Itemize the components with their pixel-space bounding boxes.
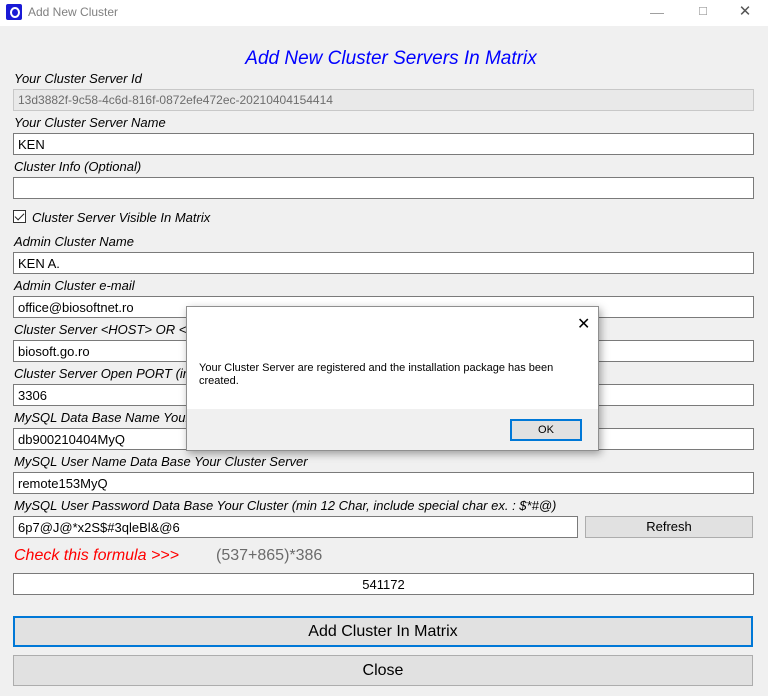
db-user-label: MySQL User Name Data Base Your Cluster S…: [14, 454, 308, 469]
formula-answer-field[interactable]: 541172: [13, 573, 754, 595]
visible-checkbox[interactable]: [13, 210, 26, 223]
title-bar: Add New Cluster — ☐ ✕: [0, 0, 768, 26]
server-id-label: Your Cluster Server Id: [14, 71, 142, 86]
app-icon: [6, 4, 22, 20]
db-password-label: MySQL User Password Data Base Your Clust…: [14, 498, 557, 513]
host-label: Cluster Server <HOST> OR <: [14, 322, 187, 337]
formula-label: Check this formula >>>: [14, 547, 179, 564]
dialog-close-icon[interactable]: ✕: [577, 314, 590, 334]
refresh-button[interactable]: Refresh: [585, 516, 753, 538]
visible-checkbox-label: Cluster Server Visible In Matrix: [32, 210, 211, 225]
dialog-message: Your Cluster Server are registered and t…: [199, 362, 554, 387]
admin-email-label: Admin Cluster e-mail: [14, 278, 135, 293]
close-button[interactable]: Close: [13, 655, 753, 686]
window-title: Add New Cluster: [28, 5, 119, 19]
ok-button[interactable]: OK: [510, 419, 582, 441]
port-label: Cluster Server Open PORT (in: [14, 366, 191, 381]
cluster-info-label: Cluster Info (Optional): [14, 159, 142, 174]
close-window-icon[interactable]: ✕: [722, 0, 768, 26]
admin-name-field[interactable]: KEN A.: [13, 252, 754, 274]
formula-expression: (537+865)*386: [216, 547, 323, 564]
server-name-field[interactable]: KEN: [13, 133, 754, 155]
dialog-footer: OK: [187, 409, 598, 450]
admin-name-label: Admin Cluster Name: [14, 234, 134, 249]
cluster-info-field[interactable]: [13, 177, 754, 199]
maximize-button[interactable]: ☐: [680, 0, 726, 26]
message-dialog: ✕ Your Cluster Server are registered and…: [186, 306, 599, 451]
db-password-field[interactable]: 6p7@J@*x2S$#3qleBl&@6: [13, 516, 578, 538]
server-name-label: Your Cluster Server Name: [14, 115, 166, 130]
server-id-field[interactable]: 13d3882f-9c58-4c6d-816f-0872efe472ec-202…: [13, 89, 754, 111]
db-name-label: MySQL Data Base Name Your: [14, 410, 190, 425]
minimize-button[interactable]: —: [634, 0, 680, 26]
page-title: Add New Cluster Servers In Matrix: [245, 48, 537, 69]
add-cluster-button[interactable]: Add Cluster In Matrix: [13, 616, 753, 647]
db-user-field[interactable]: remote153MyQ: [13, 472, 754, 494]
